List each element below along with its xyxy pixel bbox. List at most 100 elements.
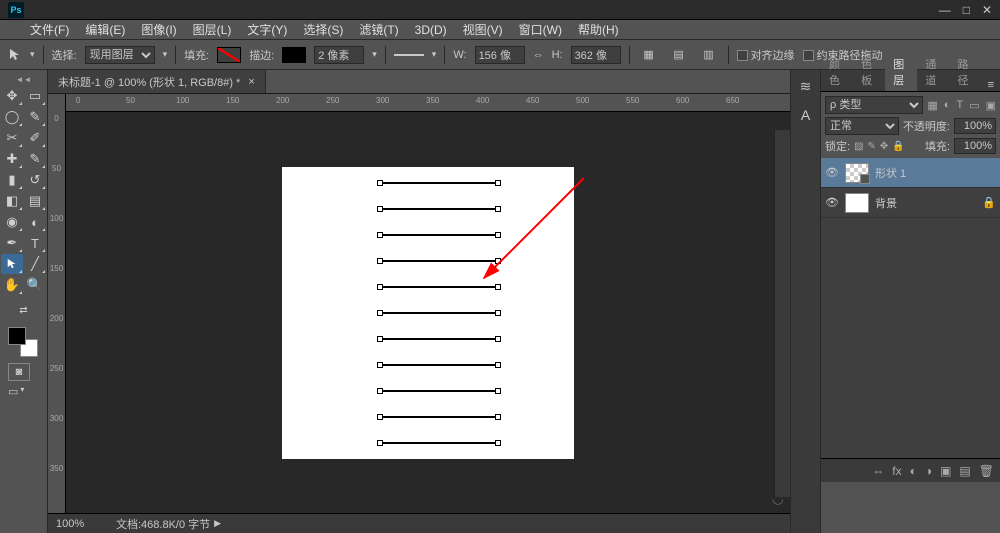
filter-adjust-icon[interactable]: ◐ — [944, 99, 951, 112]
layer-name[interactable]: 形状 1 — [875, 165, 906, 181]
shape-line[interactable] — [380, 182, 498, 184]
menu-window[interactable]: 窗口(W) — [519, 21, 562, 38]
shape-line[interactable] — [380, 312, 498, 314]
tab-paths[interactable]: 路径 — [949, 53, 981, 91]
lasso-tool[interactable]: ◯ — [1, 107, 23, 127]
layer-fx-icon[interactable]: fx — [892, 464, 901, 478]
adjustment-layer-icon[interactable]: ◑ — [925, 464, 932, 478]
lock-pixels-icon[interactable]: ✎ — [868, 141, 876, 152]
filter-smart-icon[interactable]: ▣ — [986, 99, 996, 112]
history-brush-tool[interactable]: ↺ — [24, 170, 46, 190]
line-tool[interactable]: ╱ — [24, 254, 46, 274]
tab-layers[interactable]: 图层 — [885, 53, 917, 91]
pen-tool[interactable]: ✒ — [1, 233, 23, 253]
dodge-tool[interactable]: ◐ — [24, 212, 46, 232]
shape-line[interactable] — [380, 338, 498, 340]
shape-line[interactable] — [380, 442, 498, 444]
layer-visibility-icon[interactable]: 👁 — [825, 196, 839, 209]
foreground-color[interactable] — [8, 327, 26, 345]
history-panel-icon[interactable]: ≋ — [800, 78, 812, 95]
panel-menu-icon[interactable]: ≡ — [982, 79, 1000, 91]
menu-type[interactable]: 文字(Y) — [247, 21, 287, 38]
tab-color[interactable]: 颜色 — [821, 53, 853, 91]
layer-thumbnail[interactable] — [845, 163, 869, 183]
document-info[interactable]: 文档:468.8K/0 字节 — [116, 516, 210, 532]
menu-select[interactable]: 选择(S) — [303, 21, 343, 38]
vertical-ruler[interactable]: 0 50 100 150 200 250 300 350 — [48, 94, 66, 513]
swap-colors-icon[interactable]: ⇄ — [13, 300, 35, 320]
layer-mask-icon[interactable]: ◐ — [910, 464, 917, 478]
document-tab-close[interactable]: × — [248, 76, 254, 88]
shape-line[interactable] — [380, 390, 498, 392]
type-tool[interactable]: T — [24, 233, 46, 253]
blur-tool[interactable]: ◉ — [1, 212, 23, 232]
canvas[interactable] — [282, 167, 574, 459]
layer-name[interactable]: 背景 — [875, 195, 897, 211]
path-selection-tool[interactable] — [1, 254, 23, 274]
brush-tool[interactable]: ✎ — [24, 149, 46, 169]
width-field[interactable] — [475, 46, 525, 64]
zoom-tool[interactable]: 🔍 — [24, 275, 46, 295]
stamp-tool[interactable]: ▮ — [1, 170, 23, 190]
stroke-width[interactable] — [314, 46, 364, 64]
menu-layer[interactable]: 图层(L) — [193, 21, 232, 38]
path-arrange-icon[interactable]: ▥ — [698, 44, 720, 66]
foreground-background-colors[interactable] — [8, 327, 38, 357]
shape-line[interactable] — [380, 208, 498, 210]
align-edges-checkbox[interactable] — [737, 50, 748, 61]
healing-tool[interactable]: ✚ — [1, 149, 23, 169]
vertical-scrollbar[interactable] — [774, 130, 790, 497]
shape-line[interactable] — [380, 234, 498, 236]
toolbox-collapse[interactable]: ◄◄ — [2, 74, 45, 84]
menu-edit[interactable]: 编辑(E) — [85, 21, 125, 38]
menu-file[interactable]: 文件(F) — [30, 21, 69, 38]
blend-mode[interactable]: 正常 — [825, 117, 899, 135]
marquee-tool[interactable]: ▭ — [24, 86, 46, 106]
move-tool[interactable]: ✥ — [1, 86, 23, 106]
select-target[interactable]: 现用图层 — [85, 46, 155, 64]
hand-tool[interactable]: ✋ — [1, 275, 23, 295]
stroke-style[interactable] — [394, 54, 424, 56]
fill-swatch[interactable] — [217, 47, 241, 63]
layer-thumbnail[interactable] — [845, 193, 869, 213]
shape-line[interactable] — [380, 364, 498, 366]
menu-image[interactable]: 图像(I) — [141, 21, 176, 38]
document-tab[interactable]: 未标题-1 @ 100% (形状 1, RGB/8#) * × — [48, 70, 266, 93]
shape-line[interactable] — [380, 416, 498, 418]
zoom-level[interactable]: 100% — [56, 518, 112, 530]
delete-layer-icon[interactable]: 🗑 — [979, 464, 994, 478]
minimize-button[interactable]: — — [939, 3, 951, 17]
link-wh-icon[interactable]: ⇔ — [533, 49, 544, 61]
menu-view[interactable]: 视图(V) — [463, 21, 503, 38]
shape-line[interactable] — [380, 260, 498, 262]
filter-shape-icon[interactable]: ▭ — [969, 99, 979, 112]
new-layer-icon[interactable]: ▤ — [959, 464, 970, 478]
tab-swatches[interactable]: 色板 — [853, 53, 885, 91]
stroke-swatch[interactable] — [282, 47, 306, 63]
eraser-tool[interactable]: ◧ — [1, 191, 23, 211]
height-field[interactable] — [571, 46, 621, 64]
path-align-icon[interactable]: ▤ — [668, 44, 690, 66]
horizontal-ruler[interactable]: 0 50 100 150 200 250 300 350 400 450 500… — [66, 94, 790, 112]
layer-item[interactable]: 👁 形状 1 — [821, 158, 1000, 188]
link-layers-icon[interactable]: ⇔ — [872, 464, 884, 478]
lock-all-icon[interactable]: 🔒 — [892, 141, 904, 152]
canvas-viewport[interactable]: ◡ — [66, 112, 790, 513]
layer-item[interactable]: 👁 背景 🔒 — [821, 188, 1000, 218]
filter-pixel-icon[interactable]: ▦ — [927, 99, 937, 112]
crop-tool[interactable]: ✂ — [1, 128, 23, 148]
layer-visibility-icon[interactable]: 👁 — [825, 166, 839, 179]
path-ops-icon[interactable]: ▦ — [638, 44, 660, 66]
maximize-button[interactable]: □ — [963, 3, 970, 17]
shape-line[interactable] — [380, 286, 498, 288]
tab-channels[interactable]: 通道 — [917, 53, 949, 91]
screen-mode[interactable]: ▭▾ — [8, 385, 24, 398]
lock-transparency-icon[interactable]: ▨ — [854, 141, 863, 152]
menu-help[interactable]: 帮助(H) — [578, 21, 619, 38]
layer-group-icon[interactable]: ▣ — [940, 464, 951, 478]
quick-select-tool[interactable]: ✎ — [24, 107, 46, 127]
gradient-tool[interactable]: ▤ — [24, 191, 46, 211]
opacity-value[interactable]: 100% — [954, 118, 996, 134]
filter-type-icon[interactable]: T — [956, 99, 963, 112]
layer-filter-type[interactable]: ρ 类型 — [825, 96, 923, 114]
